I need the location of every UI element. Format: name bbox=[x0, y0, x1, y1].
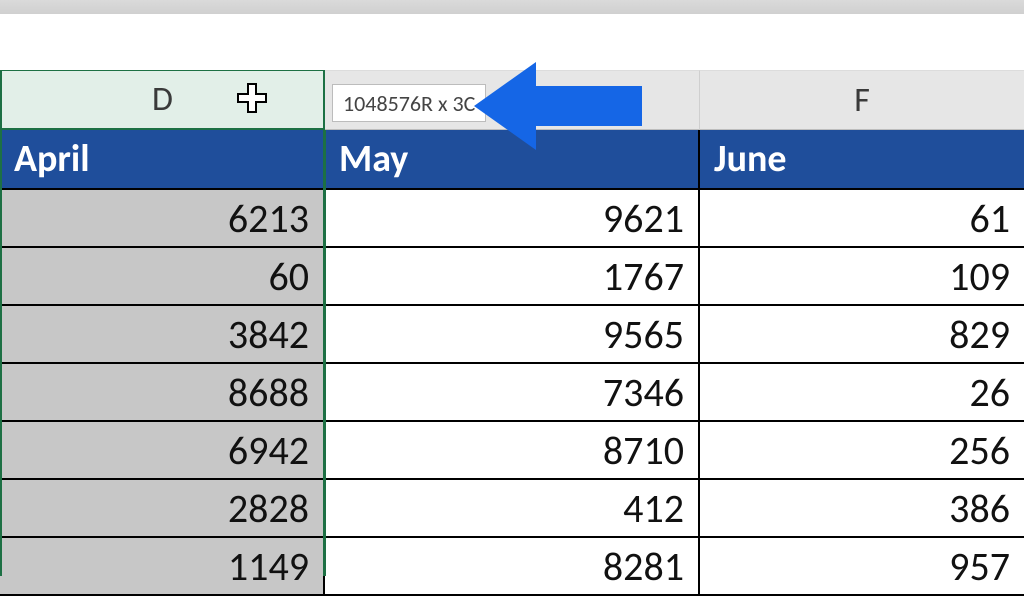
column-header-F[interactable]: F bbox=[700, 70, 1024, 130]
table-row: 6942 8710 256 bbox=[0, 422, 1024, 480]
column-letter: F bbox=[854, 80, 870, 121]
cell-value: 2828 bbox=[228, 484, 309, 533]
cell-value: 9621 bbox=[603, 194, 684, 243]
cell[interactable]: 8710 bbox=[325, 422, 700, 480]
cell-value: 9565 bbox=[603, 310, 684, 359]
header-cell-june[interactable]: June bbox=[700, 130, 1024, 190]
plus-cursor-icon bbox=[236, 82, 268, 114]
cell[interactable]: 1149 bbox=[0, 538, 325, 596]
cell-value: 1149 bbox=[228, 542, 309, 591]
header-label: May bbox=[339, 136, 408, 182]
cell[interactable]: 412 bbox=[325, 480, 700, 538]
header-cell-april[interactable]: April bbox=[0, 130, 325, 190]
table-row: 1149 8281 957 bbox=[0, 538, 1024, 596]
selection-size-label: 1048576R x 3C bbox=[343, 90, 475, 117]
header-label: April bbox=[14, 136, 90, 182]
cell[interactable]: 8688 bbox=[0, 364, 325, 422]
cell-value: 109 bbox=[949, 252, 1010, 301]
cell-value: 26 bbox=[969, 368, 1010, 417]
cell-value: 61 bbox=[969, 194, 1010, 243]
cell[interactable]: 26 bbox=[700, 364, 1024, 422]
selection-edge bbox=[323, 130, 326, 576]
table-row: 3842 9565 829 bbox=[0, 306, 1024, 364]
cell-value: 60 bbox=[268, 252, 309, 301]
cell[interactable]: 256 bbox=[700, 422, 1024, 480]
cell[interactable]: 7346 bbox=[325, 364, 700, 422]
column-header-D[interactable]: D bbox=[0, 70, 325, 130]
cell-value: 829 bbox=[949, 310, 1010, 359]
cell[interactable]: 109 bbox=[700, 248, 1024, 306]
cell[interactable]: 61 bbox=[700, 190, 1024, 248]
cell[interactable]: 2828 bbox=[0, 480, 325, 538]
cell[interactable]: 9565 bbox=[325, 306, 700, 364]
cell-value: 386 bbox=[949, 484, 1010, 533]
table-row: 2828 412 386 bbox=[0, 480, 1024, 538]
cell-value: 8688 bbox=[228, 368, 309, 417]
cell[interactable]: 386 bbox=[700, 480, 1024, 538]
cell[interactable]: 60 bbox=[0, 248, 325, 306]
table-row: 6213 9621 61 bbox=[0, 190, 1024, 248]
column-letter: D bbox=[152, 79, 173, 120]
cell[interactable]: 6942 bbox=[0, 422, 325, 480]
cell[interactable]: 9621 bbox=[325, 190, 700, 248]
cell-value: 1767 bbox=[603, 252, 684, 301]
cell-value: 6942 bbox=[228, 426, 309, 475]
title-bar bbox=[0, 0, 1024, 15]
cell-value: 8281 bbox=[603, 542, 684, 591]
header-label: June bbox=[714, 136, 787, 182]
cell[interactable]: 1767 bbox=[325, 248, 700, 306]
cell[interactable]: 957 bbox=[700, 538, 1024, 596]
cell[interactable]: 6213 bbox=[0, 190, 325, 248]
selection-tooltip: 1048576R x 3C bbox=[332, 84, 486, 122]
spreadsheet-grid[interactable]: April May June 6213 9621 61 60 1767 109 … bbox=[0, 130, 1024, 596]
cell-value: 8710 bbox=[603, 426, 684, 475]
table-row: 8688 7346 26 bbox=[0, 364, 1024, 422]
excel-window: D E F 1048576R x 3C bbox=[0, 0, 1024, 576]
cell-value: 957 bbox=[949, 542, 1010, 591]
selection-edge bbox=[0, 130, 2, 576]
cell-value: 412 bbox=[623, 484, 684, 533]
cell-value: 3842 bbox=[228, 310, 309, 359]
cell[interactable]: 3842 bbox=[0, 306, 325, 364]
cell-value: 256 bbox=[949, 426, 1010, 475]
cell[interactable]: 8281 bbox=[325, 538, 700, 596]
cell-value: 7346 bbox=[603, 368, 684, 417]
arrow-icon bbox=[474, 56, 644, 156]
table-row: 60 1767 109 bbox=[0, 248, 1024, 306]
cell[interactable]: 829 bbox=[700, 306, 1024, 364]
cell-value: 6213 bbox=[228, 194, 309, 243]
